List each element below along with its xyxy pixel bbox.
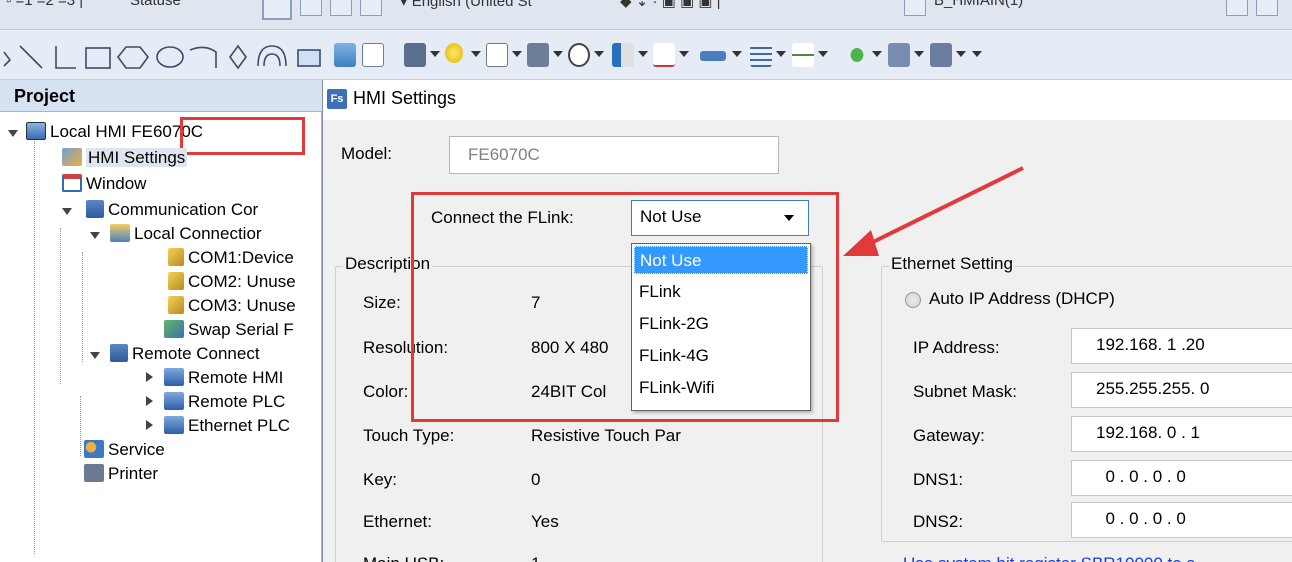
tree-guide bbox=[60, 228, 61, 384]
serial-port-icon bbox=[168, 296, 184, 314]
file-combo[interactable]: B_HMIAIN(1) bbox=[934, 0, 1023, 14]
highlight-box-model bbox=[180, 117, 305, 155]
tree-item-window[interactable]: Window bbox=[62, 172, 146, 196]
tree-guide bbox=[80, 396, 81, 456]
tree-item-remote-plc[interactable]: Remote PLC bbox=[164, 390, 285, 414]
tree-item-label: HMI Settings bbox=[86, 148, 188, 167]
serial-port-icon bbox=[168, 272, 184, 290]
top-toolbar: ▫ =1 =2 =3 | Statuse ▾ English (United S… bbox=[0, 0, 1292, 30]
plc-icon bbox=[164, 416, 184, 434]
toolbar-button-right-2[interactable] bbox=[1256, 0, 1278, 16]
tree-item-label: COM2: Unuse bbox=[188, 272, 296, 291]
tree-guide bbox=[34, 132, 35, 554]
expand-arrow[interactable] bbox=[8, 130, 18, 137]
network-icon bbox=[86, 200, 104, 218]
tree-item-label: COM1:Device bbox=[188, 248, 294, 267]
toolbar-button-right-1[interactable] bbox=[1226, 0, 1248, 16]
tree-item-local-hmi[interactable]: Local HMI FE6070C bbox=[26, 120, 203, 144]
tree-item-label: Window bbox=[86, 174, 147, 193]
tree-item-label: Swap Serial F bbox=[188, 320, 294, 339]
toolbar-controls[interactable]: ▫ =1 =2 =3 | bbox=[6, 0, 83, 14]
tree-item-com2[interactable]: COM2: Unuse bbox=[168, 270, 296, 294]
swap-icon bbox=[164, 320, 184, 338]
project-panel-title: Project bbox=[0, 80, 322, 112]
drawing-toolbar bbox=[0, 30, 1292, 80]
expand-arrow[interactable] bbox=[146, 420, 153, 430]
tree-item-label: Remote PLC bbox=[188, 392, 286, 411]
tree-item-label: Printer bbox=[108, 464, 159, 483]
tree-item-label: Remote HMI bbox=[188, 368, 284, 387]
monitor-icon bbox=[164, 368, 184, 386]
expand-arrow[interactable] bbox=[146, 396, 153, 406]
view-button-3[interactable] bbox=[330, 0, 352, 16]
expand-arrow[interactable] bbox=[90, 232, 100, 239]
settings-icon bbox=[62, 148, 82, 166]
tree-item-label: Remote Connect bbox=[132, 344, 260, 363]
expand-arrow[interactable] bbox=[62, 208, 72, 215]
tree-item-label: Local HMI bbox=[50, 122, 132, 141]
tree-item-label: Ethernet PLC bbox=[188, 416, 291, 435]
tree-item-remote-hmi[interactable]: Remote HMI bbox=[164, 366, 283, 390]
tree-item-hmi-settings[interactable]: HMI Settings bbox=[62, 146, 188, 170]
tree-item-ethernet-plc[interactable]: Ethernet PLC bbox=[164, 414, 290, 438]
view-toggle-button[interactable] bbox=[262, 0, 292, 20]
tree-item-local-connection[interactable]: Local Connectior bbox=[110, 222, 262, 246]
tree-item-label: Service bbox=[108, 440, 165, 459]
shape-tools-icon[interactable] bbox=[0, 42, 322, 72]
network-icon bbox=[110, 344, 128, 362]
annotation-arrow bbox=[843, 166, 1024, 256]
plc-icon bbox=[164, 392, 184, 410]
project-panel: Project Local HMI FE6070C HMI Settings W… bbox=[0, 80, 322, 562]
tree-item-label: Local Connectior bbox=[134, 224, 262, 243]
tree-guide bbox=[82, 252, 83, 362]
connection-icon bbox=[110, 224, 130, 242]
file-icon[interactable] bbox=[904, 0, 926, 16]
serial-port-icon bbox=[168, 248, 184, 266]
status-label: Statuse bbox=[130, 0, 181, 9]
tree-item-com3[interactable]: COM3: Unuse bbox=[168, 294, 296, 318]
tree-item-swap-serial[interactable]: Swap Serial F bbox=[164, 318, 294, 342]
language-combo-value: English (United St bbox=[411, 0, 532, 10]
tree-item-printer[interactable]: Printer bbox=[84, 462, 158, 486]
expand-arrow[interactable] bbox=[146, 372, 153, 382]
language-combo[interactable]: ▾ English (United St bbox=[400, 0, 532, 14]
tree-item-communication[interactable]: Communication Cor bbox=[86, 198, 258, 222]
service-icon bbox=[84, 440, 104, 458]
hmi-icon bbox=[26, 122, 46, 140]
toolbar-icons-mid[interactable]: ◆ ⇣ · ▣ ▣ ▣ | bbox=[620, 0, 721, 14]
tree-item-com1[interactable]: COM1:Device bbox=[168, 246, 294, 270]
tree-item-label: COM3: Unuse bbox=[188, 296, 296, 315]
tree-item-label: Communication Cor bbox=[108, 200, 259, 219]
tree-item-remote-connect[interactable]: Remote Connect bbox=[110, 342, 260, 366]
hmi-settings-dialog: Fs HMI Settings Model: FE6070C Connect t… bbox=[322, 80, 1292, 562]
view-button-2[interactable] bbox=[300, 0, 322, 16]
printer-icon bbox=[84, 464, 104, 482]
view-button-4[interactable] bbox=[360, 0, 382, 16]
window-icon bbox=[62, 174, 82, 192]
tree-item-service[interactable]: Service bbox=[84, 438, 165, 462]
expand-arrow[interactable] bbox=[90, 352, 100, 359]
